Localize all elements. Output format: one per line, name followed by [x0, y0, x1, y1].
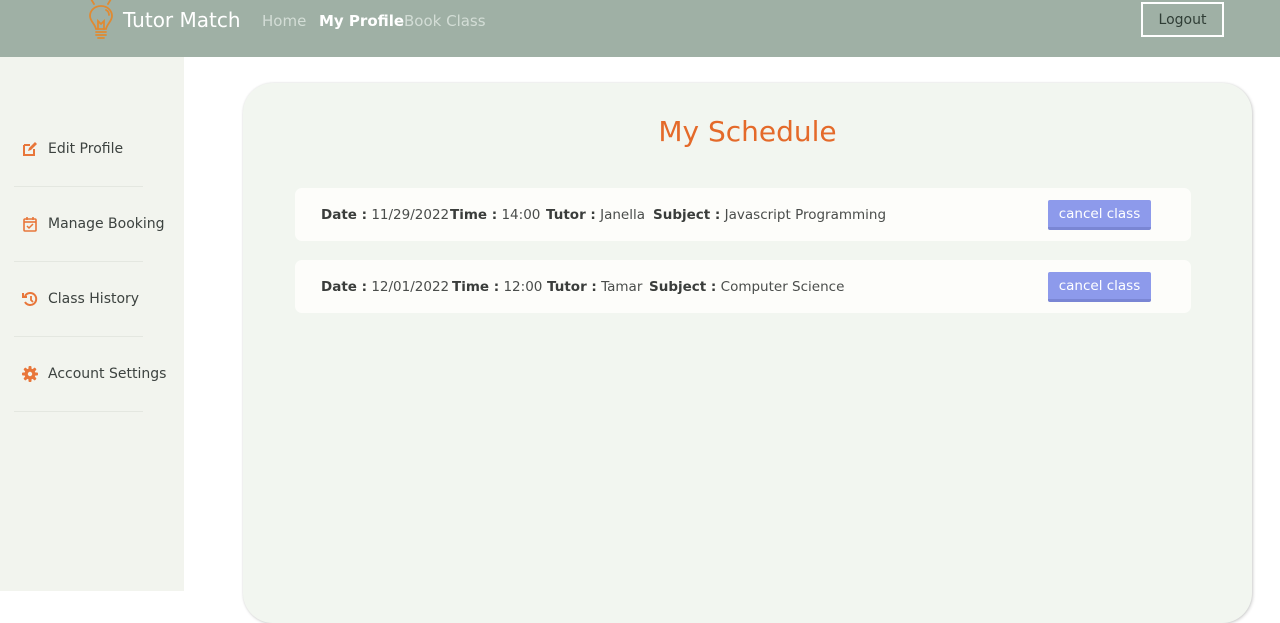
logout-button[interactable]: Logout — [1141, 2, 1224, 37]
history-icon — [22, 291, 38, 307]
sidebar-item-account-settings[interactable]: Account Settings — [14, 337, 166, 412]
subject-value: Computer Science — [720, 279, 845, 295]
date-value: 11/29/2022 — [371, 207, 450, 223]
tutor-value: Tamar — [601, 279, 643, 295]
nav-my-profile[interactable]: My Profile — [319, 12, 404, 30]
tutor-label: Tutor : — [547, 279, 597, 295]
booking-date: Date : 12/01/2022 — [321, 279, 449, 295]
cancel-class-button[interactable]: cancel class — [1048, 200, 1151, 230]
sidebar-item-label: Class History — [48, 291, 140, 307]
date-label: Date : — [321, 207, 368, 223]
sidebar-item-class-history[interactable]: Class History — [14, 262, 143, 337]
time-label: Time : — [450, 207, 498, 223]
booking-row: Date : 11/29/2022 Time : 14:00 Tutor : J… — [295, 188, 1191, 241]
booking-time: Time : 12:00 — [452, 279, 542, 295]
sidebar-item-label: Manage Booking — [48, 216, 165, 232]
lightbulb-icon — [89, 0, 113, 39]
nav-home[interactable]: Home — [262, 12, 306, 30]
navbar: Tutor Match Home My Profile Book Class L… — [0, 0, 1280, 57]
tutor-value: Janella — [600, 207, 646, 223]
date-value: 12/01/2022 — [371, 279, 450, 295]
edit-icon — [22, 141, 38, 157]
booking-subject: Subject : Computer Science — [649, 279, 844, 295]
schedule-card: My Schedule Date : 11/29/2022 Time : 14:… — [243, 83, 1252, 623]
brand-logo[interactable] — [84, 0, 118, 40]
booking-tutor: Tutor : Janella — [546, 207, 645, 223]
page-title: My Schedule — [658, 115, 837, 148]
tutor-label: Tutor : — [546, 207, 596, 223]
time-label: Time : — [452, 279, 500, 295]
booking-row: Date : 12/01/2022 Time : 12:00 Tutor : T… — [295, 260, 1191, 313]
booking-date: Date : 11/29/2022 — [321, 207, 449, 223]
subject-label: Subject : — [649, 279, 717, 295]
date-label: Date : — [321, 279, 368, 295]
brand-name[interactable]: Tutor Match — [123, 8, 241, 32]
nav-book-class[interactable]: Book Class — [404, 12, 486, 30]
cancel-class-button[interactable]: cancel class — [1048, 272, 1151, 302]
sidebar-item-label: Edit Profile — [48, 141, 124, 157]
time-value: 14:00 — [501, 207, 541, 223]
booking-tutor: Tutor : Tamar — [547, 279, 642, 295]
sidebar-item-manage-booking[interactable]: Manage Booking — [14, 187, 165, 262]
calendar-check-icon — [22, 216, 38, 232]
sidebar-item-edit-profile[interactable]: Edit Profile — [14, 112, 143, 187]
time-value: 12:00 — [503, 279, 543, 295]
subject-value: Javascript Programming — [724, 207, 887, 223]
subject-label: Subject : — [653, 207, 721, 223]
sidebar: Edit Profile Manage Booking Class Histor… — [0, 57, 184, 591]
gear-icon — [22, 366, 38, 382]
booking-time: Time : 14:00 — [450, 207, 540, 223]
sidebar-item-label: Account Settings — [48, 366, 167, 382]
booking-subject: Subject : Javascript Programming — [653, 207, 886, 223]
